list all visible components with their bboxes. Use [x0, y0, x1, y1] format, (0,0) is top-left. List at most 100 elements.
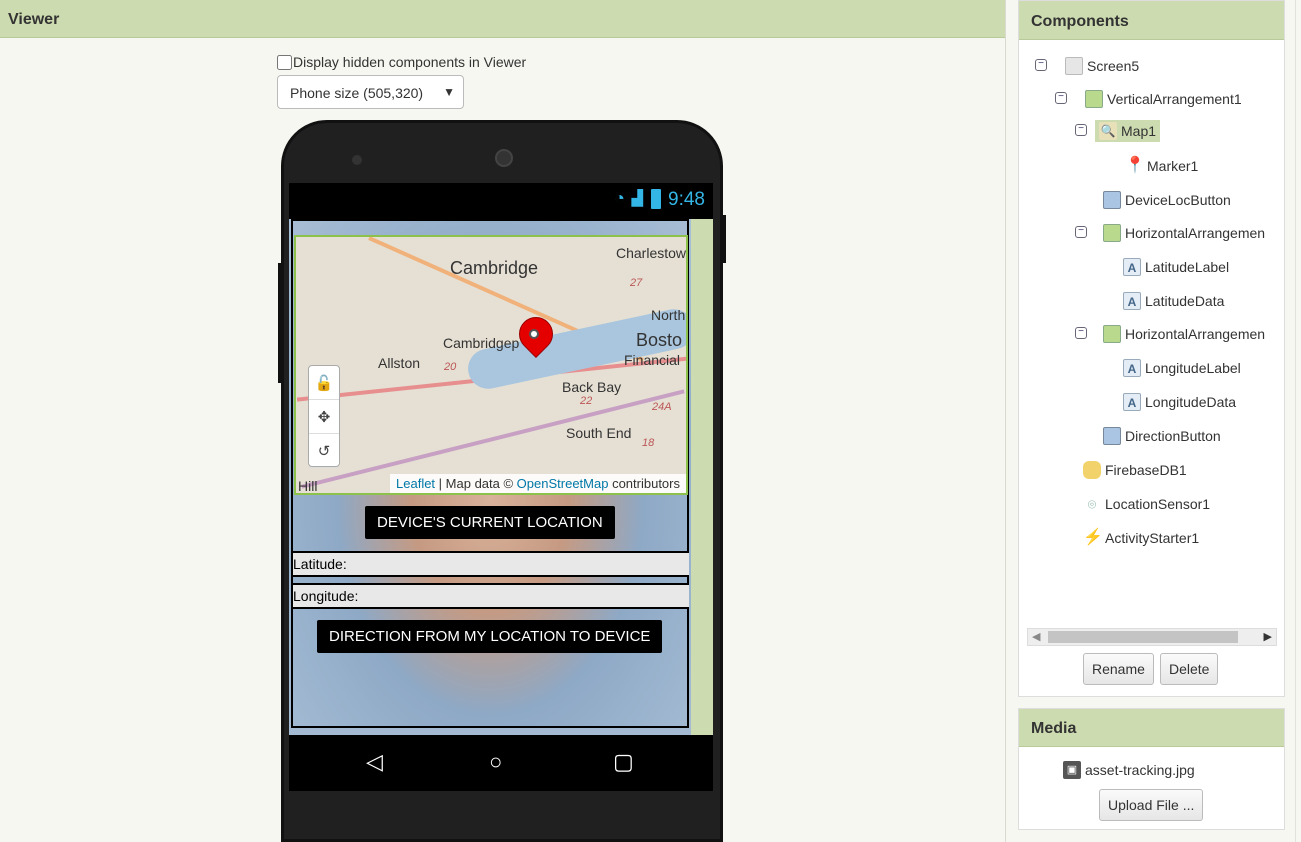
status-time: 9:48: [668, 189, 705, 210]
tree-label: Map1: [1121, 123, 1157, 139]
collapse-icon[interactable]: −: [1075, 226, 1087, 238]
button-icon: [1103, 427, 1121, 445]
phone-screen: ◔ ▟ 9:48 Cambridge Charlestow North Bost…: [289, 183, 713, 791]
tree-item-map1[interactable]: − 🔍 Map1: [1075, 119, 1161, 143]
recents-icon[interactable]: ▢: [613, 749, 634, 775]
tree-item-marker1[interactable]: 📍 Marker1: [1125, 154, 1198, 178]
scrollbar-thumb[interactable]: [1048, 631, 1238, 643]
osm-link[interactable]: OpenStreetMap: [517, 476, 609, 491]
phone-side-button: [278, 263, 282, 383]
collapse-icon[interactable]: −: [1035, 59, 1047, 71]
longitude-row: Longitude:: [293, 583, 689, 609]
tree-item-latitudedata[interactable]: A LatitudeData: [1123, 289, 1224, 313]
speaker-icon: [495, 149, 513, 167]
horizontal-arrangement-icon: [1103, 224, 1121, 242]
horizontal-arrangement-icon: [1103, 325, 1121, 343]
tree-item-firebasedb1[interactable]: FirebaseDB1: [1083, 458, 1187, 482]
tree-label: DeviceLocButton: [1125, 192, 1231, 208]
tree-item-devicelocbutton[interactable]: DeviceLocButton: [1103, 188, 1231, 212]
tree-item-locationsensor1[interactable]: ⌾ LocationSensor1: [1083, 492, 1210, 516]
tree-label: Screen5: [1087, 58, 1140, 74]
vertical-arrangement-icon: [1085, 90, 1103, 108]
selected-item[interactable]: 🔍 Map1: [1095, 120, 1161, 142]
activity-starter-icon: ⚡: [1083, 529, 1103, 546]
map-label: Cambridge: [450, 258, 539, 278]
asset-name: asset-tracking.jpg: [1085, 762, 1195, 778]
map-marker-dot: [529, 329, 539, 339]
components-panel: Components − Screen5 − VerticalArrangeme…: [1018, 0, 1285, 697]
phone-size-value: Phone size (505,320): [290, 85, 424, 101]
label-icon: A: [1123, 359, 1141, 377]
app-screen: Cambridge Charlestow North Bosto Cambrid…: [289, 219, 713, 735]
map-label: Back Bay: [562, 379, 622, 395]
tree-item-verticalarrangement1[interactable]: − VerticalArrangement1: [1055, 87, 1242, 111]
page-edge: [1295, 0, 1301, 842]
vertical-arrangement[interactable]: Cambridge Charlestow North Bosto Cambrid…: [291, 219, 689, 728]
label-icon: A: [1123, 292, 1141, 310]
tree-item-longitudedata[interactable]: A LongitudeData: [1123, 390, 1236, 414]
tree-label: Marker1: [1147, 158, 1199, 174]
collapse-icon[interactable]: −: [1055, 92, 1067, 104]
upload-file-button[interactable]: Upload File ...: [1099, 789, 1204, 821]
map-label: 20: [444, 361, 457, 373]
camera-icon: [352, 155, 362, 165]
tree-item-directionbutton[interactable]: DirectionButton: [1103, 424, 1221, 448]
map-label: Hill: [298, 478, 318, 494]
back-icon[interactable]: ◁: [366, 749, 383, 775]
tree-label: FirebaseDB1: [1105, 462, 1187, 478]
media-asset-item[interactable]: ▣ asset-tracking.jpg: [1063, 761, 1195, 779]
chevron-down-icon: ▼: [443, 85, 455, 99]
device-location-button[interactable]: DEVICE'S CURRENT LOCATION: [365, 506, 615, 539]
tree-label: VerticalArrangement1: [1107, 91, 1242, 107]
latitude-row: Latitude:: [293, 551, 689, 577]
phone-size-select[interactable]: Phone size (505,320) ▼: [277, 75, 464, 109]
collapse-icon[interactable]: −: [1075, 327, 1087, 339]
button-icon: [1103, 191, 1121, 209]
display-hidden-checkbox[interactable]: Display hidden components in Viewer: [277, 54, 526, 70]
map-label: Cambridgep: [443, 335, 520, 351]
map-label: Bosto: [636, 330, 683, 350]
reset-icon[interactable]: ↺: [309, 434, 339, 468]
rename-button[interactable]: Rename: [1083, 653, 1154, 685]
delete-button[interactable]: Delete: [1160, 653, 1219, 685]
hidden-components-checkbox[interactable]: [277, 54, 292, 70]
tree-label: LatitudeData: [1145, 293, 1225, 309]
direction-button[interactable]: DIRECTION FROM MY LOCATION TO DEVICE: [317, 620, 663, 653]
database-icon: [1083, 461, 1101, 479]
tree-item-activitystarter1[interactable]: ⚡ ActivityStarter1: [1083, 526, 1199, 550]
move-icon[interactable]: ✥: [309, 400, 339, 434]
tree-item-horizontalarrangement1[interactable]: − HorizontalArrangemen: [1075, 221, 1265, 245]
tree-item-horizontalarrangement2[interactable]: − HorizontalArrangemen: [1075, 322, 1265, 346]
map-view[interactable]: Cambridge Charlestow North Bosto Cambrid…: [294, 235, 688, 495]
map-icon: 🔍: [1099, 122, 1117, 140]
tree-item-screen5[interactable]: − Screen5: [1035, 54, 1139, 78]
map-label: 18: [642, 437, 655, 449]
tree-horizontal-scrollbar[interactable]: ◀ ▶: [1027, 628, 1277, 646]
tree-item-longitudelabel[interactable]: A LongitudeLabel: [1123, 356, 1241, 380]
attribution-text: | Map data ©: [435, 476, 517, 491]
signal-icon: ▟: [631, 190, 643, 207]
marker-icon: 📍: [1125, 157, 1145, 174]
wifi-icon: ◔: [614, 188, 625, 208]
label-icon: A: [1123, 393, 1141, 411]
tree-label: HorizontalArrangemen: [1125, 225, 1266, 241]
latitude-label: Latitude:: [293, 556, 347, 572]
tree-label: LongitudeLabel: [1145, 360, 1241, 376]
collapse-icon[interactable]: −: [1075, 124, 1087, 136]
leaflet-link[interactable]: Leaflet: [396, 476, 435, 491]
map-controls: 🔓 ✥ ↺: [308, 365, 340, 468]
map-label: 27: [630, 277, 643, 289]
map-label: North: [651, 307, 686, 323]
unlock-icon[interactable]: 🔓: [309, 366, 339, 400]
home-icon[interactable]: ○: [489, 749, 502, 775]
scroll-left-icon[interactable]: ◀: [1032, 630, 1040, 643]
android-navbar: ◁ ○ ▢: [289, 735, 713, 791]
tree-label: LongitudeData: [1145, 394, 1237, 410]
map-label: 24A: [652, 401, 672, 413]
map-label: Allston: [378, 355, 421, 371]
label-icon: A: [1123, 258, 1141, 276]
phone-mockup: ◔ ▟ 9:48 Cambridge Charlestow North Bost…: [278, 120, 726, 842]
status-bar: ◔ ▟ 9:48: [289, 183, 713, 219]
scroll-right-icon[interactable]: ▶: [1264, 630, 1272, 643]
tree-item-latitudelabel[interactable]: A LatitudeLabel: [1123, 255, 1229, 279]
